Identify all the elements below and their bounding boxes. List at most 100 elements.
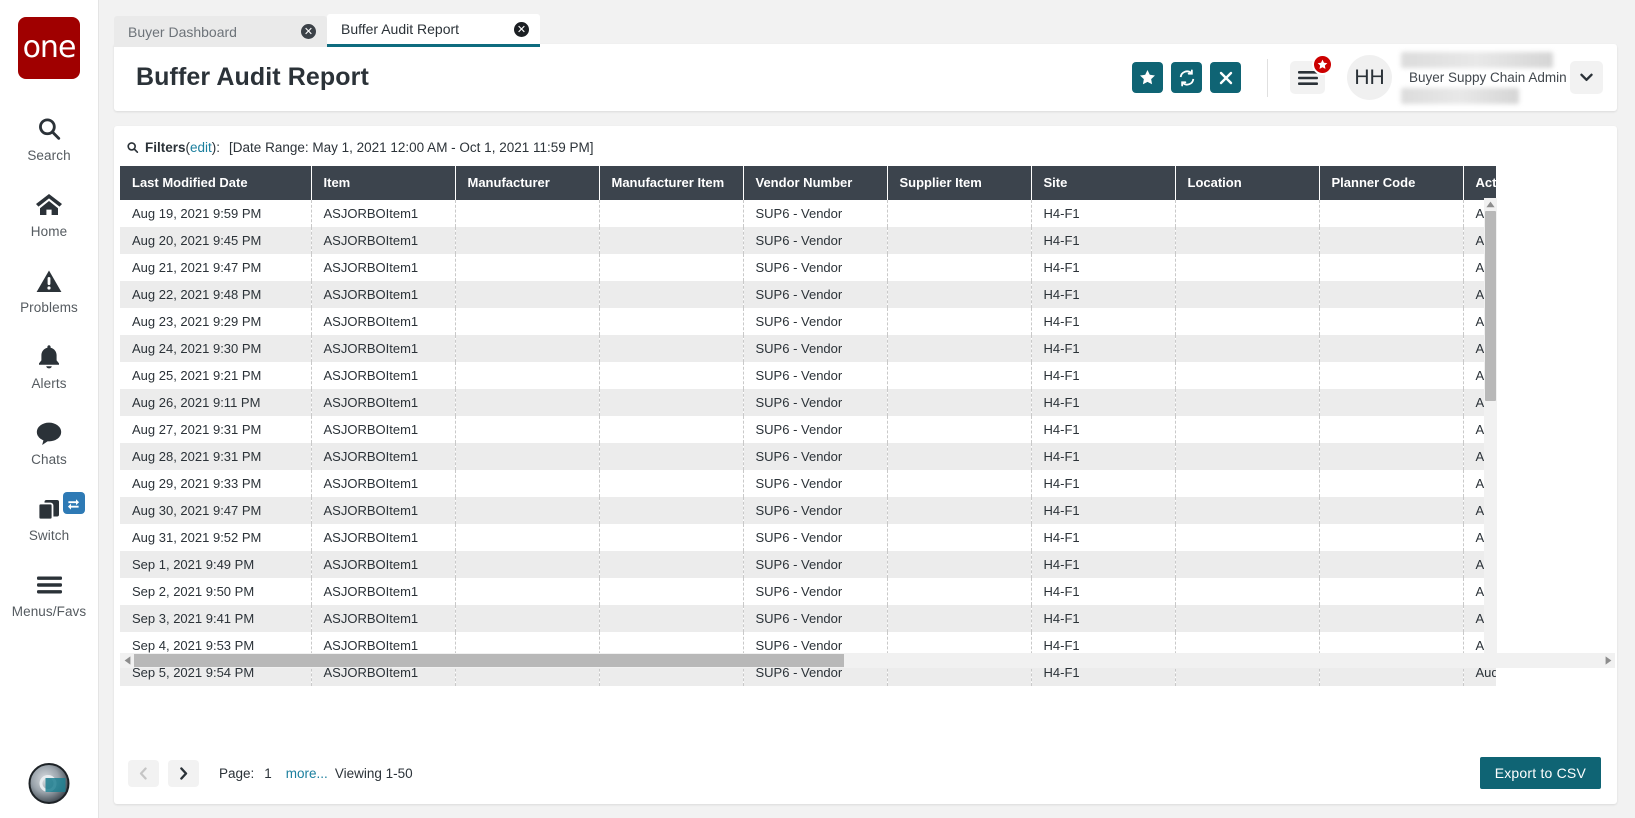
cell-item: ASJORBOItem1 [311, 497, 455, 524]
table-row[interactable]: Sep 3, 2021 9:41 PMASJORBOItem1SUP6 - Ve… [120, 605, 1496, 632]
cell-planner-code [1319, 281, 1463, 308]
close-circle-icon[interactable]: ✕ [301, 24, 316, 39]
star-icon [1139, 69, 1156, 86]
sidebar-item-switch[interactable]: Switch [0, 485, 99, 552]
scroll-right-icon[interactable] [1601, 656, 1615, 665]
refresh-button[interactable] [1171, 62, 1202, 93]
cell-supplier-item [887, 524, 1031, 551]
cell-site: H4-F1 [1031, 227, 1175, 254]
tab-buffer-audit-report[interactable]: Buffer Audit Report ✕ [327, 14, 540, 47]
user-menu-toggle[interactable] [1570, 61, 1603, 94]
more-pages-link[interactable]: more... [286, 766, 328, 781]
column-header-action[interactable]: Action [1463, 166, 1496, 200]
cell-manufacturer-item [599, 362, 743, 389]
header-menu-button[interactable] [1290, 61, 1325, 94]
table-row[interactable]: Aug 27, 2021 9:31 PMASJORBOItem1SUP6 - V… [120, 416, 1496, 443]
filters-edit-link[interactable]: edit [190, 140, 212, 155]
close-report-button[interactable] [1210, 62, 1241, 93]
sidebar-item-alerts[interactable]: Alerts [0, 333, 99, 400]
cell-manufacturer-item [599, 200, 743, 227]
bell-icon [37, 342, 61, 372]
column-header-site[interactable]: Site [1031, 166, 1175, 200]
sidebar-item-problems[interactable]: Problems [0, 257, 99, 324]
cell-vendor-number: SUP6 - Vendor [743, 200, 887, 227]
sidebar-item-search[interactable]: Search [0, 105, 99, 172]
table-row[interactable]: Aug 25, 2021 9:21 PMASJORBOItem1SUP6 - V… [120, 362, 1496, 389]
scroll-up-icon[interactable] [1484, 198, 1497, 211]
cell-vendor-number: SUP6 - Vendor [743, 524, 887, 551]
cell-supplier-item [887, 281, 1031, 308]
cell-site: H4-F1 [1031, 497, 1175, 524]
user-info[interactable]: Buyer Suppy Chain Admin [1401, 52, 1556, 104]
cell-site: H4-F1 [1031, 335, 1175, 362]
table-row[interactable]: Sep 2, 2021 9:50 PMASJORBOItem1SUP6 - Ve… [120, 578, 1496, 605]
search-icon [36, 114, 62, 144]
cell-vendor-number: SUP6 - Vendor [743, 254, 887, 281]
column-header-manufacturer[interactable]: Manufacturer [455, 166, 599, 200]
cell-manufacturer [455, 254, 599, 281]
sidebar-item-home[interactable]: Home [0, 181, 99, 248]
column-header-location[interactable]: Location [1175, 166, 1319, 200]
exchange-arrows-icon[interactable] [63, 492, 85, 514]
cell-site: H4-F1 [1031, 605, 1175, 632]
table-row[interactable]: Aug 19, 2021 9:59 PMASJORBOItem1SUP6 - V… [120, 200, 1496, 227]
table-row[interactable]: Aug 23, 2021 9:29 PMASJORBOItem1SUP6 - V… [120, 308, 1496, 335]
table-row[interactable]: Aug 20, 2021 9:45 PMASJORBOItem1SUP6 - V… [120, 227, 1496, 254]
cell-last-modified-date: Aug 31, 2021 9:52 PM [120, 524, 311, 551]
table-row[interactable]: Aug 24, 2021 9:30 PMASJORBOItem1SUP6 - V… [120, 335, 1496, 362]
table-row[interactable]: Aug 21, 2021 9:47 PMASJORBOItem1SUP6 - V… [120, 254, 1496, 281]
table-header-row: Last Modified Date Item Manufacturer Man… [120, 166, 1496, 200]
previous-page-button[interactable] [128, 760, 159, 787]
horizontal-scroll-thumb[interactable] [134, 654, 844, 667]
cell-manufacturer-item [599, 308, 743, 335]
table-horizontal-scrollbar[interactable] [120, 653, 1615, 668]
export-to-csv-button[interactable]: Export to CSV [1480, 757, 1601, 789]
horizontal-scroll-track[interactable] [134, 654, 1601, 667]
cell-supplier-item [887, 254, 1031, 281]
vertical-scroll-thumb[interactable] [1485, 211, 1496, 401]
close-circle-icon[interactable]: ✕ [514, 22, 529, 37]
cell-manufacturer-item [599, 524, 743, 551]
cell-item: ASJORBOItem1 [311, 416, 455, 443]
table-row[interactable]: Aug 28, 2021 9:31 PMASJORBOItem1SUP6 - V… [120, 443, 1496, 470]
cell-vendor-number: SUP6 - Vendor [743, 578, 887, 605]
cell-planner-code [1319, 605, 1463, 632]
cell-manufacturer [455, 227, 599, 254]
one-network-logo[interactable]: one [18, 17, 80, 79]
sidebar-item-label: Menus/Favs [12, 604, 87, 619]
cell-planner-code [1319, 443, 1463, 470]
column-header-supplier-item[interactable]: Supplier Item [887, 166, 1031, 200]
table-row[interactable]: Aug 22, 2021 9:48 PMASJORBOItem1SUP6 - V… [120, 281, 1496, 308]
table-row[interactable]: Aug 30, 2021 9:47 PMASJORBOItem1SUP6 - V… [120, 497, 1496, 524]
column-header-planner-code[interactable]: Planner Code [1319, 166, 1463, 200]
sidebar-item-chats[interactable]: Chats [0, 409, 99, 476]
table-row[interactable]: Aug 26, 2021 9:11 PMASJORBOItem1SUP6 - V… [120, 389, 1496, 416]
cell-supplier-item [887, 389, 1031, 416]
next-page-button[interactable] [168, 760, 199, 787]
chevron-left-icon [139, 767, 148, 780]
tab-buyer-dashboard[interactable]: Buyer Dashboard ✕ [114, 16, 327, 47]
cell-supplier-item [887, 416, 1031, 443]
cell-planner-code [1319, 389, 1463, 416]
table-row[interactable]: Aug 31, 2021 9:52 PMASJORBOItem1SUP6 - V… [120, 524, 1496, 551]
table-row[interactable]: Aug 29, 2021 9:33 PMASJORBOItem1SUP6 - V… [120, 470, 1496, 497]
cell-vendor-number: SUP6 - Vendor [743, 551, 887, 578]
user-avatar-bottom[interactable] [29, 763, 70, 804]
column-header-last-modified-date[interactable]: Last Modified Date [120, 166, 311, 200]
cell-site: H4-F1 [1031, 281, 1175, 308]
cell-supplier-item [887, 200, 1031, 227]
export-button-label: Export to CSV [1495, 765, 1586, 781]
favorite-button[interactable] [1132, 62, 1163, 93]
avatar[interactable]: HH [1347, 55, 1392, 100]
column-header-item[interactable]: Item [311, 166, 455, 200]
cell-manufacturer [455, 497, 599, 524]
sidebar-item-menus-favs[interactable]: Menus/Favs [0, 561, 99, 628]
table-vertical-scrollbar[interactable] [1484, 198, 1497, 663]
scroll-left-icon[interactable] [120, 656, 134, 665]
cell-planner-code [1319, 335, 1463, 362]
column-header-vendor-number[interactable]: Vendor Number [743, 166, 887, 200]
column-header-manufacturer-item[interactable]: Manufacturer Item [599, 166, 743, 200]
table-row[interactable]: Sep 1, 2021 9:49 PMASJORBOItem1SUP6 - Ve… [120, 551, 1496, 578]
page-number[interactable]: 1 [264, 766, 272, 781]
chevron-right-icon [179, 767, 188, 780]
